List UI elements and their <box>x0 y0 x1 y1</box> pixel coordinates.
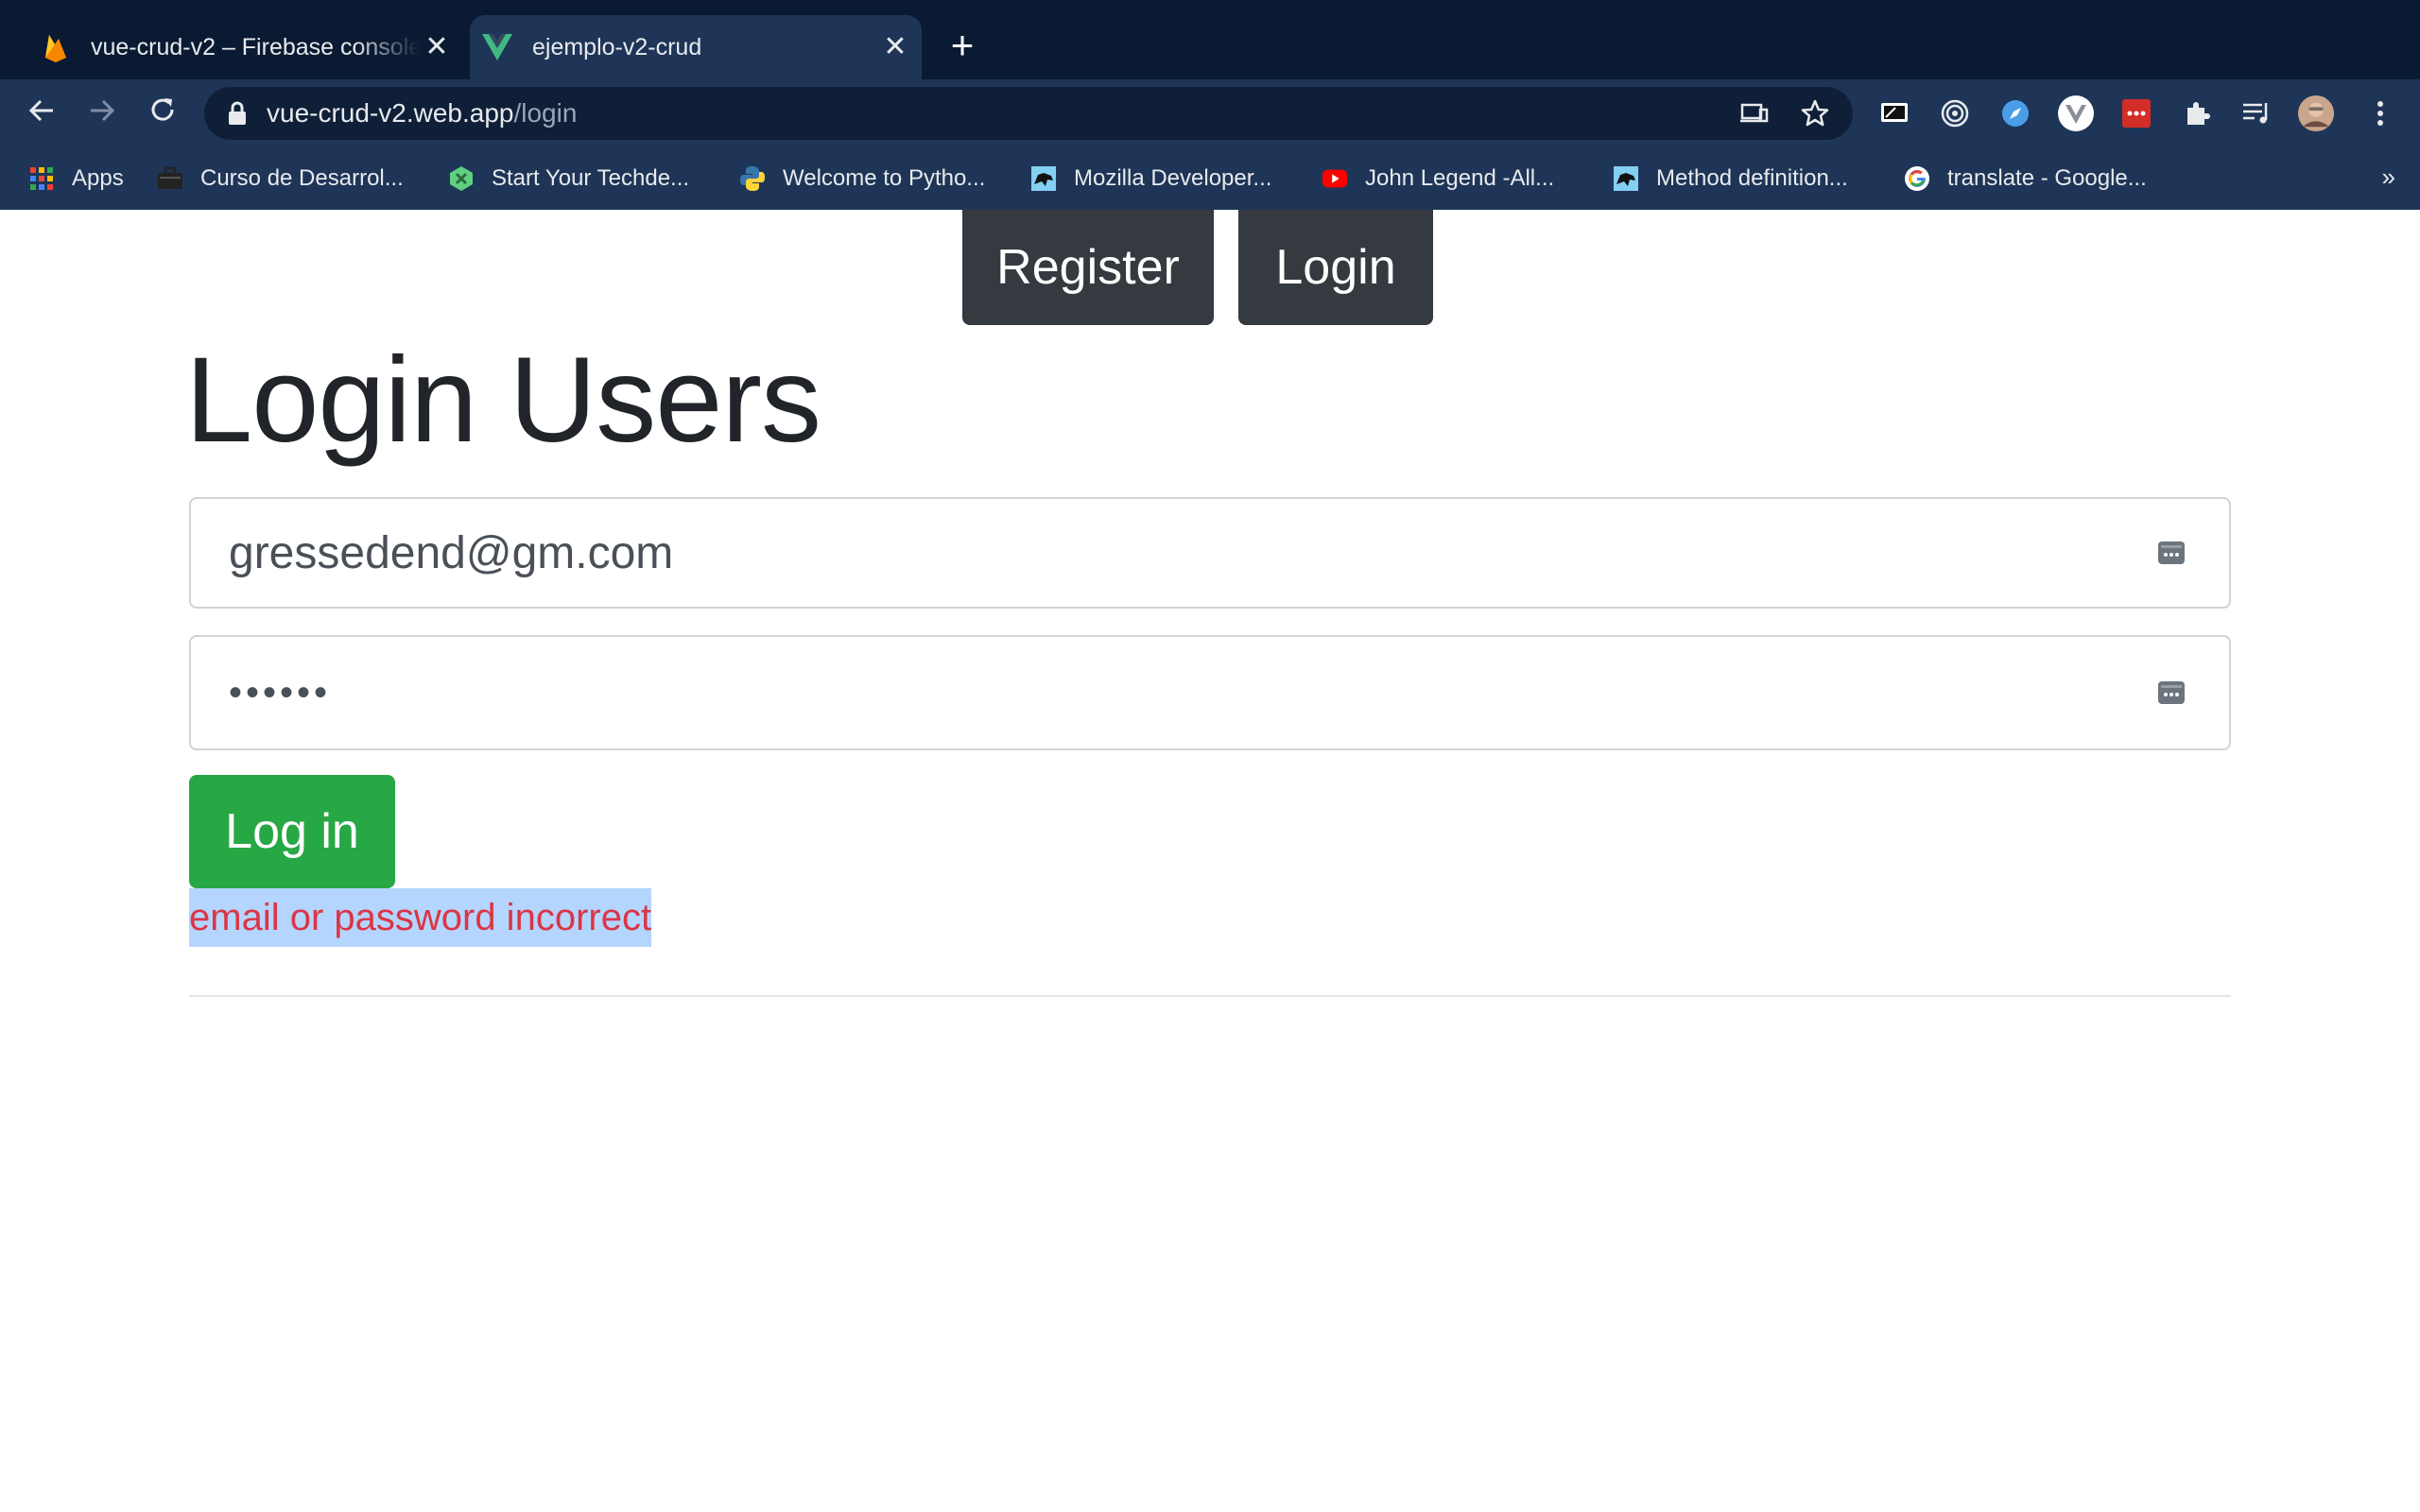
password-manager-key-icon[interactable] <box>2157 679 2186 706</box>
mdn-icon <box>1613 165 1639 192</box>
bookmark-star-icon[interactable] <box>1800 98 1830 129</box>
url-host: vue-crud-v2.web.app <box>267 98 514 128</box>
password-field[interactable]: •••••• <box>189 635 2231 750</box>
media-queue-icon[interactable] <box>2238 94 2276 132</box>
briefcase-icon <box>157 165 183 192</box>
bookmark-label: Apps <box>72 165 124 191</box>
browser-menu-icon[interactable] <box>2361 94 2399 132</box>
close-tab-icon[interactable]: ✕ <box>878 30 912 64</box>
techdegree-icon <box>448 165 475 192</box>
password-manager-key-icon[interactable] <box>2157 540 2186 566</box>
extension-screen-icon[interactable] <box>1876 94 1913 132</box>
bookmark-google-translate[interactable]: translate - Google... <box>1904 162 2147 196</box>
tab-ejemplo-v2-crud[interactable]: ejemplo-v2-crud ✕ <box>470 15 922 79</box>
extension-target-icon[interactable] <box>1936 94 1974 132</box>
reload-button[interactable] <box>142 93 183 134</box>
login-nav-button[interactable]: Login <box>1238 210 1433 325</box>
bookmark-label: John Legend -All... <box>1365 165 1555 191</box>
google-icon <box>1904 165 1930 192</box>
reload-icon <box>151 98 174 121</box>
profile-avatar[interactable] <box>2297 94 2335 132</box>
email-value: gressedend@gm.com <box>229 527 674 578</box>
address-bar[interactable]: vue-crud-v2.web.app/login <box>204 87 1853 140</box>
bookmark-curso[interactable]: Curso de Desarrol... <box>157 162 404 196</box>
close-tab-icon[interactable]: ✕ <box>420 30 454 64</box>
forward-button[interactable] <box>81 93 123 134</box>
bookmarks-overflow-button[interactable]: » <box>2382 163 2395 192</box>
tab-firebase-console[interactable]: vue-crud-v2 – Firebase console ✕ <box>28 15 463 79</box>
bookmark-python[interactable]: Welcome to Pytho... <box>739 162 985 196</box>
bookmark-mdn[interactable]: Mozilla Developer... <box>1030 162 1271 196</box>
bookmarks-bar: Apps Curso de Desarrol... Start Your Tec… <box>0 147 2420 210</box>
youtube-icon <box>1322 165 1348 192</box>
register-nav-button[interactable]: Register <box>962 210 1214 325</box>
bookmark-techdegree[interactable]: Start Your Techde... <box>448 162 689 196</box>
mdn-icon <box>1030 165 1057 192</box>
bookmark-method-definitions[interactable]: Method definition... <box>1613 162 1848 196</box>
python-icon <box>739 165 766 192</box>
url-path: /login <box>513 98 578 128</box>
bookmark-label: Method definition... <box>1656 165 1848 191</box>
tab-title: ejemplo-v2-crud <box>532 33 702 60</box>
bookmark-label: Start Your Techde... <box>492 165 690 191</box>
address-url: vue-crud-v2.web.app/login <box>267 98 577 129</box>
new-tab-button[interactable]: + <box>942 25 983 66</box>
bookmark-label: translate - Google... <box>1947 165 2147 191</box>
bookmark-label: Mozilla Developer... <box>1074 165 1272 191</box>
bookmark-apps[interactable]: Apps <box>28 162 124 196</box>
vue-icon <box>481 31 513 63</box>
extensions-puzzle-icon[interactable] <box>2178 94 2216 132</box>
extension-compass-icon[interactable] <box>1996 94 2034 132</box>
lock-icon <box>229 101 246 125</box>
cast-device-icon[interactable] <box>1739 98 1770 129</box>
arrow-right-icon <box>91 99 115 122</box>
back-button[interactable] <box>21 93 62 134</box>
email-field[interactable]: gressedend@gm.com <box>189 497 2231 609</box>
password-value: •••••• <box>229 671 332 713</box>
divider <box>189 995 2231 997</box>
bookmark-youtube[interactable]: John Legend -All... <box>1322 162 1554 196</box>
firebase-icon <box>40 31 72 63</box>
bookmark-label: Curso de Desarrol... <box>200 165 404 191</box>
extension-lastpass-icon[interactable] <box>2118 94 2155 132</box>
arrow-left-icon <box>28 99 53 122</box>
login-submit-button[interactable]: Log in <box>189 775 395 888</box>
apps-grid-icon <box>28 165 55 192</box>
tab-title: vue-crud-v2 – Firebase console <box>91 33 420 60</box>
extension-vue-devtools-icon[interactable] <box>2057 94 2095 132</box>
browser-tabstrip: vue-crud-v2 – Firebase console ✕ ejemplo… <box>0 0 2420 79</box>
error-message: email or password incorrect <box>189 888 652 947</box>
page-title: Login Users <box>185 333 821 468</box>
bookmark-label: Welcome to Pytho... <box>783 165 986 191</box>
